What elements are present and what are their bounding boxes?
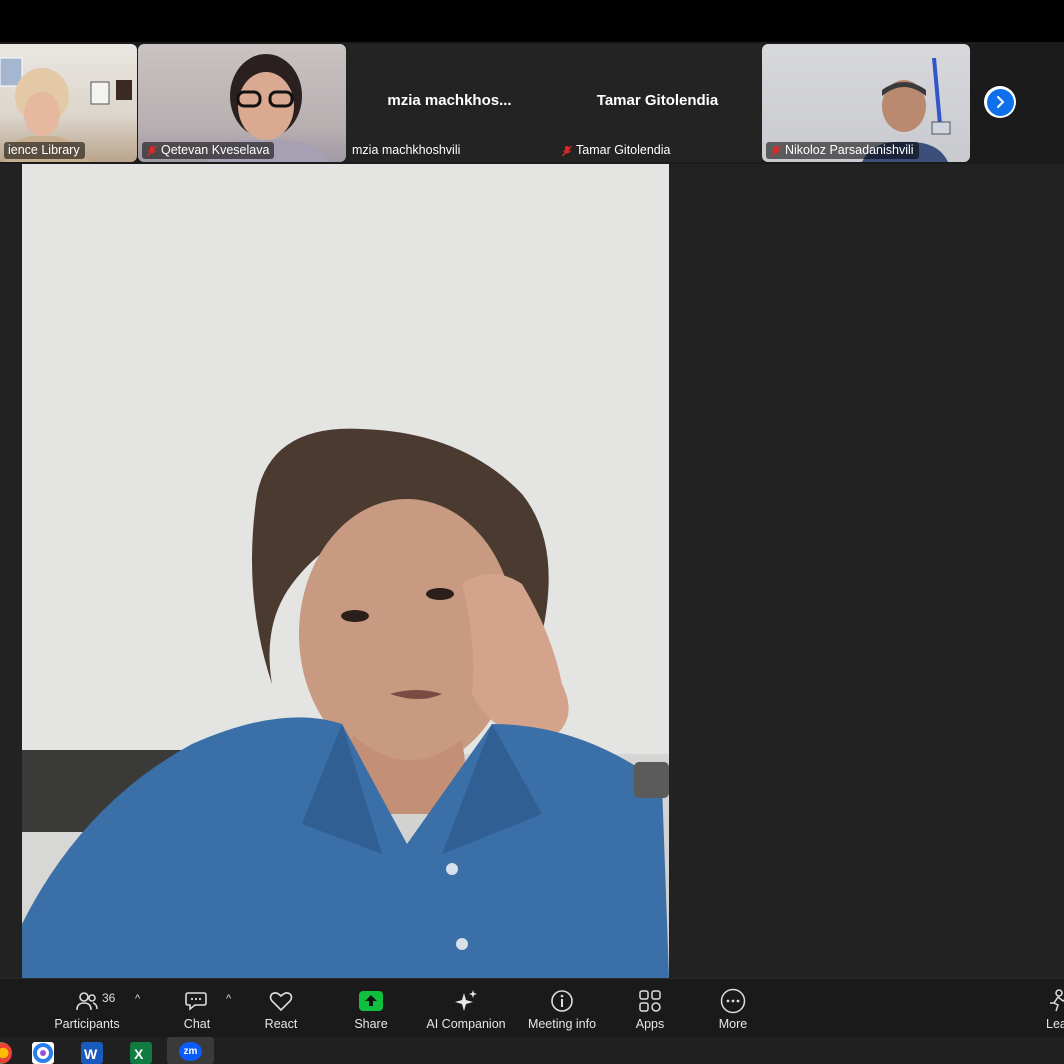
microphone-muted-icon [146,145,158,156]
ai-companion-button[interactable]: AI Companion [426,979,506,1038]
more-button[interactable]: More [708,979,758,1038]
next-page-button[interactable] [984,86,1016,118]
participant-display-name: mzia machkhos... [387,92,512,109]
chat-icon [185,989,209,1013]
chat-button[interactable]: Chat [172,979,222,1038]
participant-tile-library[interactable]: ience Library [0,44,137,162]
participant-tile-qetevan[interactable]: Qetevan Kveselava [138,44,346,162]
os-taskbar: W X zm [0,1037,1064,1064]
leave-label: Lea [1046,1017,1064,1031]
participants-icon [75,989,99,1013]
react-label: React [264,1017,298,1031]
heart-icon [269,989,293,1013]
word-icon[interactable]: W [81,1042,103,1064]
zoom-icon: zm [179,1042,202,1061]
thumbnail-row: ience Library Qetevan Kveselava mzia mac… [0,42,1064,164]
participant-display-name: Tamar Gitolendia [596,92,719,109]
react-button[interactable]: React [256,979,306,1038]
participant-count: 36 [102,991,116,1005]
meeting-info-button[interactable]: Meeting info [526,979,598,1038]
participant-name-label: ience Library [4,142,85,159]
zoom-taskbar-item[interactable]: zm [167,1037,214,1064]
copilot-icon[interactable] [32,1042,54,1064]
leave-icon [1046,989,1064,1013]
more-icon [720,988,746,1014]
ai-companion-label: AI Companion [426,1017,506,1031]
svg-text:X: X [134,1046,144,1062]
sparkle-icon [454,989,478,1013]
meeting-toolbar: Participants 36 ^ Chat ^ React Share AI … [0,978,1064,1037]
chat-caret-icon[interactable]: ^ [226,993,231,1005]
participant-tile-tamar[interactable]: Tamar Gitolendia Tamar Gitolendia [553,44,762,162]
microphone-muted-icon [561,145,573,156]
participants-button[interactable]: Participants [52,979,122,1038]
speaker-stage [0,164,1064,978]
participant-name-label: mzia machkhoshvili [352,143,461,157]
chrome-icon[interactable] [0,1042,12,1064]
active-speaker-video[interactable] [22,164,669,978]
svg-text:W: W [84,1046,98,1062]
participant-name-label: Qetevan Kveselava [142,142,275,159]
share-button[interactable]: Share [346,979,396,1038]
participant-name-label: Tamar Gitolendia [557,142,676,159]
apps-label: Apps [635,1017,665,1031]
apps-button[interactable]: Apps [625,979,675,1038]
chat-label: Chat [183,1017,211,1031]
more-label: More [718,1017,748,1031]
share-label: Share [354,1017,388,1031]
chevron-right-icon [986,88,1014,116]
microphone-muted-icon [770,145,782,156]
participants-label: Participants [54,1017,120,1031]
share-screen-icon [358,989,384,1013]
participant-tile-mzia[interactable]: mzia machkhos... mzia machkhoshvili [346,44,553,162]
info-icon [550,989,574,1013]
top-strip [0,0,1064,42]
participants-caret-icon[interactable]: ^ [135,993,140,1005]
apps-icon [638,989,662,1013]
excel-icon[interactable]: X [130,1042,152,1064]
speaker-video-frame [22,164,669,978]
meeting-info-label: Meeting info [527,1017,597,1031]
participant-tile-nikoloz[interactable]: Nikoloz Parsadanishvili [762,44,970,162]
participant-name-label: Nikoloz Parsadanishvili [766,142,919,159]
leave-button[interactable]: Lea [1046,979,1064,1038]
